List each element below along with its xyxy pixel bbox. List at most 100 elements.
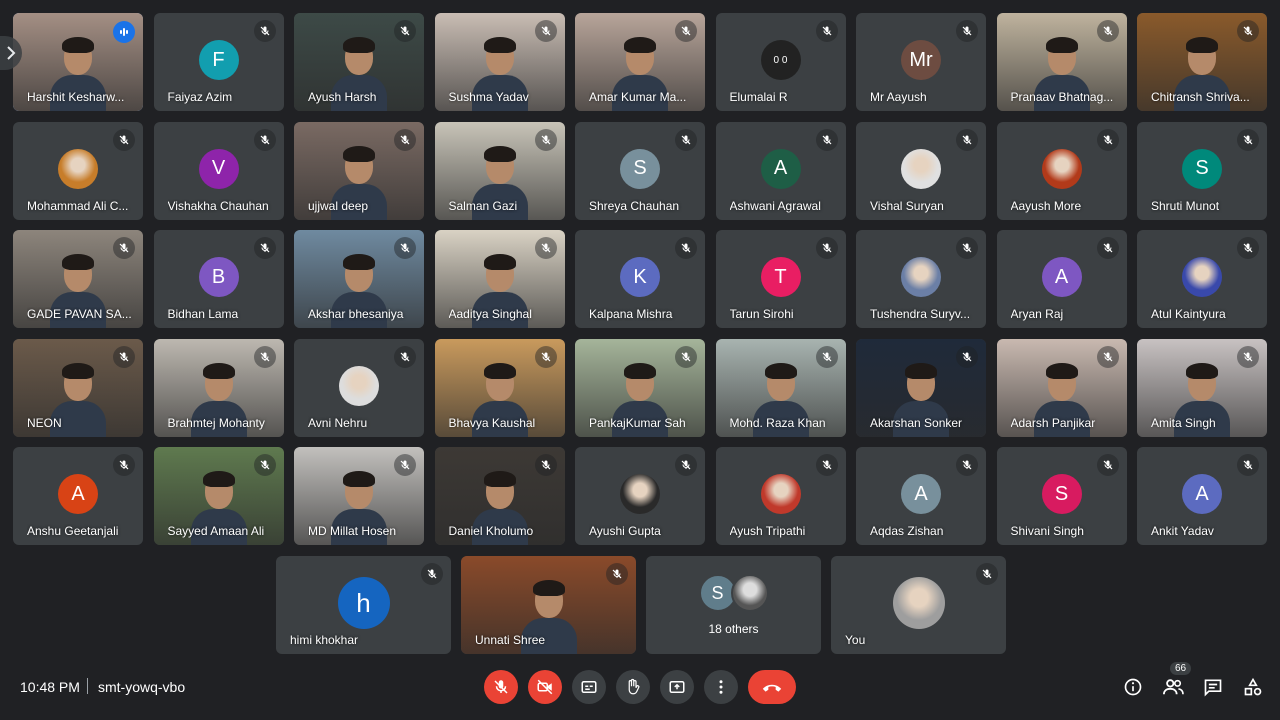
muted-indicator (1096, 20, 1119, 42)
participant-tile[interactable]: ujjwal deep (294, 121, 424, 220)
silhouette-hair (202, 362, 235, 379)
participant-name: Mohammad Ali C... (27, 198, 129, 213)
captions-button[interactable] (572, 670, 606, 704)
participant-tile[interactable]: PankajKumar Sah (575, 338, 705, 437)
participant-tile[interactable]: F Faiyaz Azim (153, 13, 284, 111)
mic-off-icon (822, 135, 831, 144)
mic-off-icon (612, 569, 622, 579)
participant-tile[interactable]: Brahmtej Mohanty (153, 338, 284, 437)
participant-tile[interactable]: Mohammad Ali C... (13, 121, 143, 220)
participant-name: Akarshan Sonker (870, 415, 963, 430)
mic-off-icon (962, 460, 972, 470)
participant-tile[interactable]: You (831, 556, 1006, 654)
participant-tile[interactable]: S Shreya Chauhan (575, 121, 705, 220)
participant-profile-photo (901, 148, 941, 189)
participant-tile[interactable]: Akarshan Sonker (856, 338, 986, 437)
participant-tile[interactable]: Tushendra Suryv... (856, 230, 986, 328)
people-icon (1163, 679, 1184, 695)
participant-tile[interactable]: Ayush Harsh (294, 13, 424, 111)
raise-hand-button[interactable] (616, 670, 650, 704)
participant-tile[interactable]: Ayush Tripathi (715, 447, 846, 545)
participant-name: Bidhan Lama (167, 307, 239, 321)
participant-tile[interactable]: A Aryan Raj (996, 230, 1127, 328)
muted-indicator (253, 454, 276, 476)
participant-name: Atul Kaintyura (1151, 307, 1226, 321)
toggle-mic-button[interactable] (484, 670, 518, 704)
participant-name: Mohd. Raza Khan (729, 415, 826, 430)
muted-indicator (534, 454, 557, 476)
participant-name: Sayyed Amaan Ali (167, 524, 265, 538)
muted-indicator (956, 20, 978, 42)
participant-name: Shivani Singh (1010, 524, 1084, 538)
participant-avatar: A (901, 474, 941, 515)
participant-tile[interactable]: A Ankit Yadav (1137, 447, 1267, 545)
participant-tile[interactable]: A Anshu Geetanjali (13, 447, 143, 545)
muted-indicator (1096, 345, 1119, 368)
participant-tile[interactable]: K Kalpana Mishra (575, 230, 705, 328)
participant-tile[interactable]: A Ashwani Agrawal (715, 121, 846, 220)
muted-indicator (1237, 345, 1259, 368)
participant-tile[interactable]: B Bidhan Lama (153, 230, 284, 328)
participant-tile[interactable]: Bhavya Kaushal (434, 338, 565, 437)
participant-name: Amita Singh (1151, 415, 1216, 430)
participant-tile[interactable]: 0 0 Elumalai R (715, 13, 846, 111)
participant-tile[interactable]: h himi khokhar (276, 556, 451, 654)
participant-tile[interactable]: Ayushi Gupta (575, 447, 705, 545)
participant-tile[interactable]: Adarsh Panjikar (996, 338, 1127, 437)
participant-tile[interactable]: Daniel Kholumo (434, 447, 565, 545)
muted-indicator (1237, 128, 1259, 151)
participant-tile[interactable]: GADE PAVAN SA... (13, 230, 143, 328)
people-button[interactable]: 66 (1160, 662, 1192, 700)
mic-off-icon (962, 352, 972, 361)
participant-tile[interactable]: Aayush More (996, 121, 1127, 220)
activities-button[interactable] (1240, 674, 1266, 700)
muted-indicator (1096, 237, 1119, 259)
muted-indicator (1096, 454, 1119, 476)
more-options-button[interactable] (704, 670, 738, 704)
participant-tile[interactable]: Salman Gazi (434, 121, 565, 220)
mic-off-icon (822, 460, 831, 470)
participant-tile[interactable]: Chitransh Shriva... (1137, 13, 1267, 111)
participant-tile[interactable]: Unnati Shree (461, 556, 636, 654)
participant-tile[interactable]: T Tarun Sirohi (715, 230, 846, 328)
participant-tile[interactable]: Akshar bhesaniya (294, 230, 424, 328)
silhouette-hair (1045, 362, 1078, 379)
participant-name: Mr Aayush (870, 90, 927, 104)
mic-off-icon (400, 243, 410, 253)
participant-tile[interactable]: V Vishakha Chauhan (153, 121, 284, 220)
participant-tile[interactable]: Amita Singh (1137, 338, 1267, 437)
participant-tile[interactable]: MD Millat Hosen (294, 447, 424, 545)
participant-tile[interactable]: S Shivani Singh (996, 447, 1127, 545)
participant-avatar: A (760, 148, 801, 189)
chat-button[interactable] (1200, 674, 1226, 700)
present-now-button[interactable] (660, 670, 694, 704)
participant-tile[interactable]: Harshit Kesharw... (13, 13, 143, 111)
participant-tile[interactable]: Sushma Yadav (434, 13, 565, 111)
muted-indicator (253, 20, 276, 42)
participant-name: Aaditya Singhal (448, 307, 532, 321)
participant-tile[interactable]: Aaditya Singhal (434, 230, 565, 328)
participant-tile[interactable]: S Shruti Munot (1137, 121, 1267, 220)
muted-indicator (1096, 128, 1119, 151)
mic-off-icon (400, 460, 410, 470)
participant-tile[interactable]: NEON (13, 338, 143, 437)
participant-name: Adarsh Panjikar (1010, 415, 1096, 430)
meeting-details-button[interactable] (1120, 674, 1146, 700)
participant-tile[interactable]: A Aqdas Zishan (856, 447, 986, 545)
mic-off-icon (681, 352, 691, 361)
participant-tile[interactable]: Pranaav Bhatnag... (996, 13, 1127, 111)
participant-tile[interactable]: Mohd. Raza Khan (715, 338, 846, 437)
mic-off-icon (541, 135, 550, 144)
participant-tile[interactable]: Mr Mr Aayush (856, 13, 986, 111)
leave-call-icon (762, 684, 782, 692)
participant-tile[interactable]: Amar Kumar Ma... (575, 13, 705, 111)
muted-indicator (675, 454, 697, 476)
leave-call-button[interactable] (748, 670, 796, 704)
toggle-camera-button[interactable] (528, 670, 562, 704)
participant-tile[interactable]: Atul Kaintyura (1137, 230, 1267, 328)
participant-tile[interactable]: S 18 others (646, 556, 821, 654)
participant-tile[interactable]: Sayyed Amaan Ali (153, 447, 284, 545)
participant-tile[interactable]: Avni Nehru (294, 338, 424, 437)
participant-tile[interactable]: Vishal Suryan (856, 121, 986, 220)
participant-name: Shruti Munot (1151, 198, 1220, 213)
